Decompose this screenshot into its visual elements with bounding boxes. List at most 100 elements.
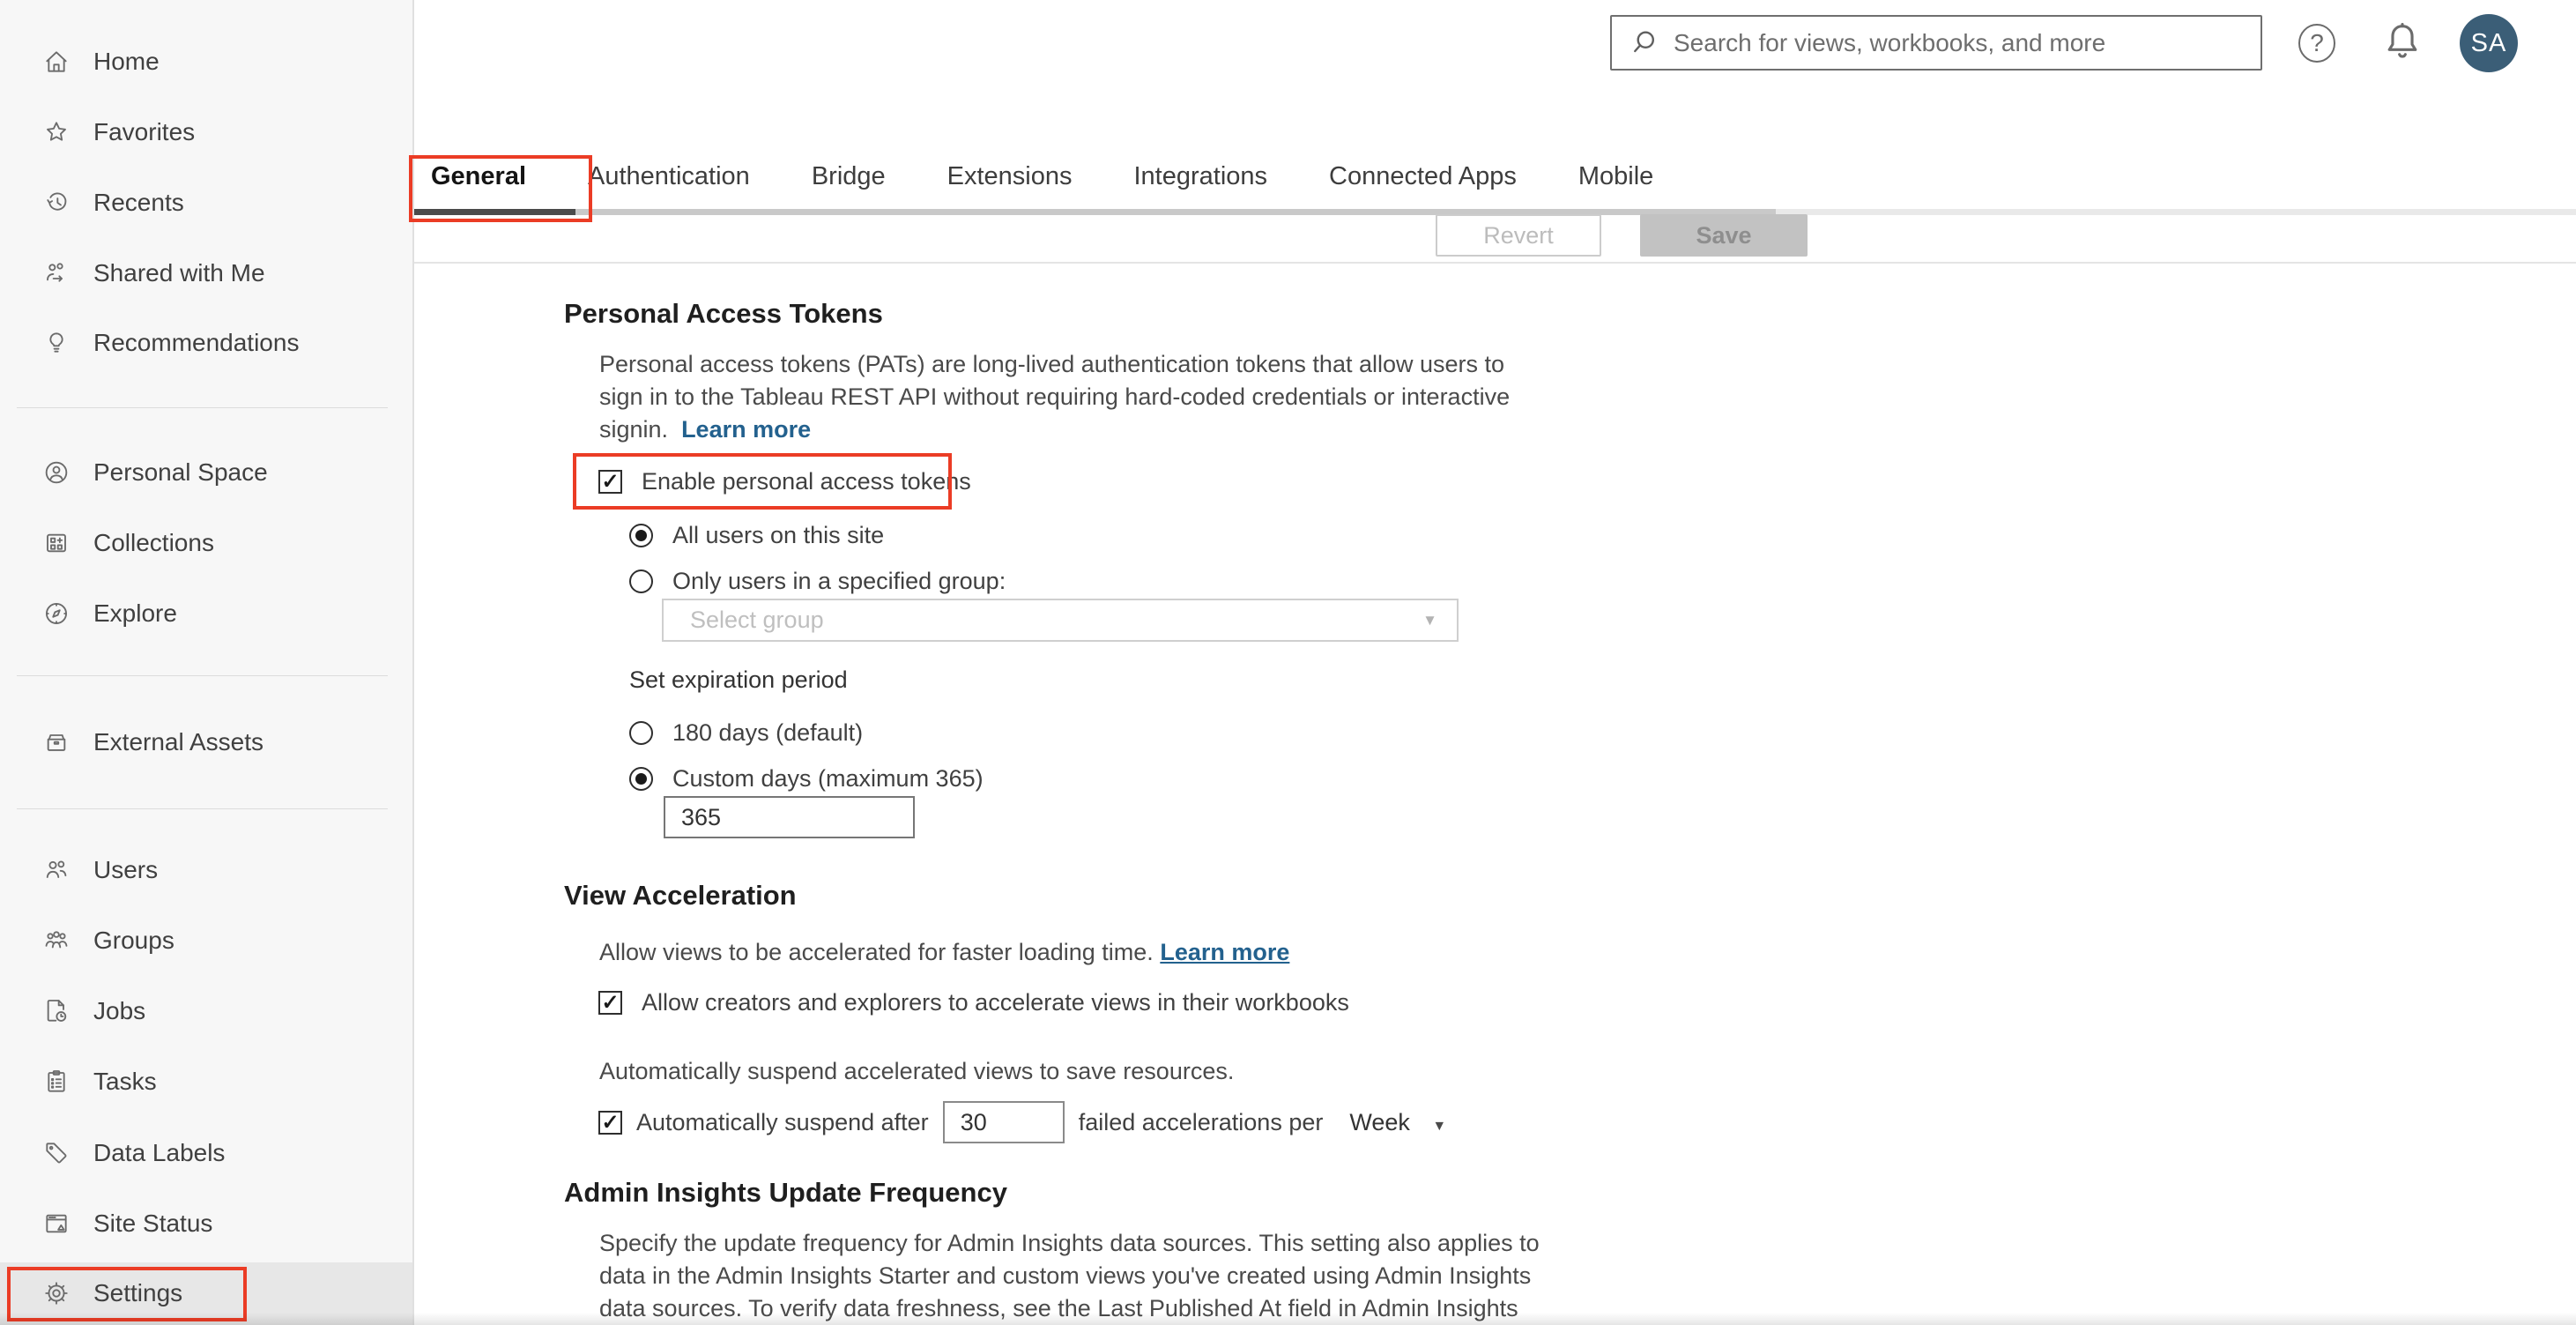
- sidebar-divider: [17, 808, 388, 809]
- help-button[interactable]: ?: [2296, 22, 2338, 64]
- users-icon: [42, 856, 71, 884]
- days-180-label: 180 days (default): [672, 719, 864, 746]
- sidebar-item-collections[interactable]: Collections: [42, 517, 214, 569]
- allow-acceleration-label: Allow creators and explorers to accelera…: [642, 989, 1349, 1016]
- suspend-period-dropdown[interactable]: Week ▼: [1349, 1109, 1446, 1136]
- custom-days-label: Custom days (maximum 365): [672, 765, 984, 792]
- svg-text:?: ?: [2310, 29, 2324, 56]
- pat-description: Personal access tokens (PATs) are long-l…: [599, 348, 1510, 446]
- sidebar-item-label: Home: [93, 48, 160, 75]
- sidebar-item-personal-space[interactable]: Personal Space: [42, 447, 268, 498]
- failed-accelerations-input[interactable]: [942, 1101, 1065, 1143]
- active-tab-underline: [414, 209, 575, 215]
- sidebar-item-users[interactable]: Users: [42, 845, 158, 896]
- chevron-down-icon: ▼: [1422, 611, 1437, 629]
- select-group-dropdown[interactable]: Select group ▼: [662, 599, 1459, 642]
- sidebar-item-settings[interactable]: Settings: [42, 1268, 182, 1319]
- collections-grid-icon: [42, 529, 71, 557]
- custom-days-radio-row: Custom days (maximum 365): [629, 765, 984, 793]
- sidebar-item-recents[interactable]: Recents: [42, 177, 184, 228]
- tab-integrations[interactable]: Integrations: [1134, 162, 1268, 191]
- content-divider: [414, 262, 2576, 264]
- avatar[interactable]: SA: [2460, 14, 2518, 72]
- sidebar-item-home[interactable]: Home: [42, 36, 160, 87]
- allow-acceleration-row: ✓ Allow creators and explorers to accele…: [598, 989, 1349, 1016]
- sidebar-item-site-status[interactable]: Site Status: [42, 1198, 212, 1249]
- settings-tab-bar: General Authentication Bridge Extensions…: [431, 162, 1653, 191]
- days-180-radio[interactable]: [629, 721, 653, 745]
- auto-suspend-row: ✓ Automatically suspend after failed acc…: [598, 1101, 1446, 1143]
- pat-section-title: Personal Access Tokens: [564, 298, 883, 329]
- avatar-initials: SA: [2470, 28, 2507, 57]
- tab-bridge[interactable]: Bridge: [812, 162, 886, 191]
- pat-description-line2: sign in to the Tableau REST API without …: [599, 383, 1511, 410]
- sidebar-item-label: Settings: [93, 1279, 183, 1306]
- notifications-button[interactable]: [2380, 19, 2424, 66]
- tab-authentication[interactable]: Authentication: [588, 162, 750, 191]
- bell-icon: [2387, 23, 2417, 58]
- asset-drawer-icon: [42, 728, 71, 756]
- custom-days-radio[interactable]: [629, 767, 653, 791]
- sidebar-item-label: Collections: [93, 529, 214, 556]
- specified-group-label: Only users in a specified group:: [672, 568, 1006, 594]
- pat-learn-more-link[interactable]: Learn more: [681, 416, 811, 443]
- sidebar-item-jobs[interactable]: Jobs: [42, 986, 145, 1037]
- all-users-radio[interactable]: [629, 524, 653, 547]
- sidebar-item-external-assets[interactable]: External Assets: [42, 717, 264, 768]
- admin-insights-line2: data in the Admin Insights Starter and c…: [599, 1262, 1532, 1289]
- sidebar: Home Favorites Recents Shared with Me Re…: [0, 0, 414, 1325]
- tab-general[interactable]: General: [431, 162, 526, 191]
- suspend-period-value: Week: [1349, 1108, 1410, 1135]
- specified-group-radio[interactable]: [629, 569, 653, 593]
- view-acceleration-learn-more-link[interactable]: Learn more: [1160, 939, 1289, 965]
- specified-group-radio-row: Only users in a specified group:: [629, 568, 1006, 595]
- sidebar-item-groups[interactable]: Groups: [42, 915, 174, 966]
- suspend-description: Automatically suspend accelerated views …: [599, 1058, 1235, 1084]
- compass-icon: [42, 599, 71, 628]
- search-box[interactable]: [1610, 15, 2262, 71]
- chevron-down-icon: ▼: [1432, 1118, 1447, 1134]
- sidebar-item-label: Jobs: [93, 997, 146, 1024]
- person-circle-icon: [42, 458, 71, 487]
- sidebar-item-shared-with-me[interactable]: Shared with Me: [42, 248, 265, 299]
- tab-extensions[interactable]: Extensions: [947, 162, 1073, 191]
- sidebar-item-label: Personal Space: [93, 458, 268, 486]
- sidebar-item-explore[interactable]: Explore: [42, 588, 177, 639]
- tab-mobile[interactable]: Mobile: [1578, 162, 1653, 191]
- view-acceleration-description: Allow views to be accelerated for faster…: [599, 939, 1290, 965]
- enable-pat-label: Enable personal access tokens: [642, 468, 971, 495]
- sidebar-item-label: Site Status: [93, 1210, 213, 1237]
- gear-icon: [42, 1279, 71, 1307]
- pat-description-line3: signin. Learn more: [599, 416, 812, 443]
- site-status-icon: [42, 1210, 71, 1238]
- sidebar-item-tasks[interactable]: Tasks: [42, 1056, 157, 1107]
- sidebar-item-label: Groups: [93, 927, 174, 954]
- sidebar-item-favorites[interactable]: Favorites: [42, 107, 195, 158]
- sidebar-item-label: Favorites: [93, 118, 196, 145]
- sidebar-item-label: Data Labels: [93, 1139, 226, 1166]
- auto-suspend-prefix: Automatically suspend after: [636, 1108, 929, 1135]
- home-icon: [42, 48, 71, 76]
- tab-connected-apps[interactable]: Connected Apps: [1329, 162, 1517, 191]
- expiration-label: Set expiration period: [629, 666, 848, 693]
- tasks-clipboard-icon: [42, 1068, 71, 1096]
- allow-acceleration-checkbox[interactable]: ✓: [598, 991, 622, 1015]
- tab-strip-track-light: [1776, 209, 2576, 215]
- search-input[interactable]: [1672, 27, 2260, 58]
- sidebar-item-label: External Assets: [93, 728, 264, 756]
- sidebar-item-label: Tasks: [93, 1068, 157, 1095]
- help-icon: ?: [2298, 24, 2335, 63]
- sidebar-item-label: Shared with Me: [93, 259, 265, 287]
- save-button[interactable]: Save: [1640, 214, 1808, 257]
- enable-pat-checkbox[interactable]: ✓: [598, 470, 622, 494]
- admin-insights-description: Specify the update frequency for Admin I…: [599, 1227, 1540, 1325]
- admin-insights-line3: data sources. To verify data freshness, …: [599, 1295, 1518, 1321]
- sidebar-item-data-labels[interactable]: Data Labels: [42, 1128, 225, 1179]
- tag-icon: [42, 1139, 71, 1167]
- revert-button[interactable]: Revert: [1436, 214, 1601, 257]
- admin-insights-line1: Specify the update frequency for Admin I…: [599, 1230, 1540, 1256]
- auto-suspend-checkbox[interactable]: ✓: [598, 1110, 622, 1135]
- sidebar-item-recommendations[interactable]: Recommendations: [42, 317, 299, 368]
- custom-days-input[interactable]: [664, 796, 915, 838]
- sidebar-item-label: Recommendations: [93, 329, 300, 356]
